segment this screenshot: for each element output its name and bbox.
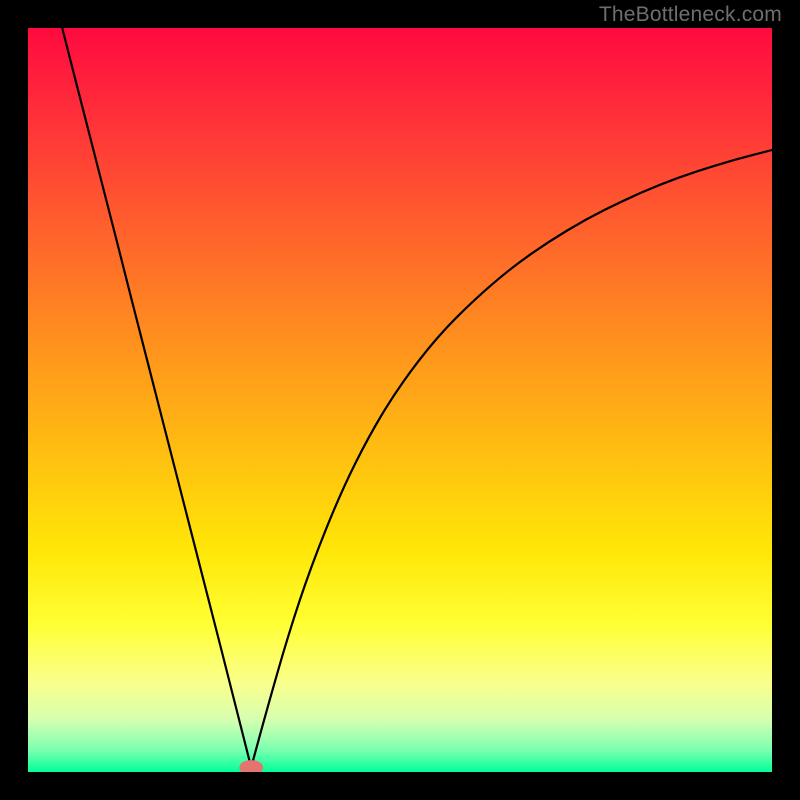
gradient-background: [28, 28, 772, 772]
watermark-text: TheBottleneck.com: [599, 3, 782, 27]
bottleneck-chart: [28, 28, 772, 772]
chart-frame: [28, 28, 772, 772]
